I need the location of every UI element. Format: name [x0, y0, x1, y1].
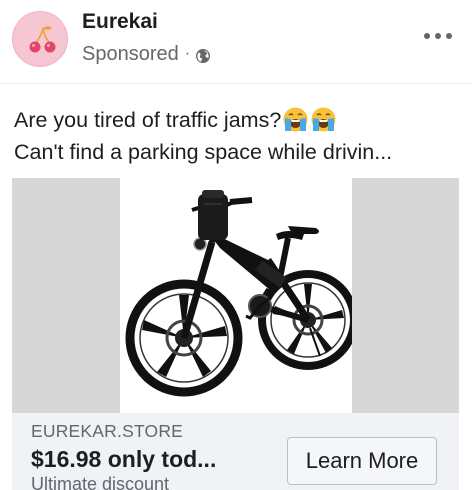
link-headline[interactable]: $16.98 only tod... — [31, 446, 216, 473]
header-divider — [0, 83, 472, 84]
link-domain: EUREKAR.STORE — [31, 421, 184, 441]
learn-more-button[interactable]: Learn More — [287, 437, 437, 485]
caption-line-2: Can't find a parking space while drivin.… — [14, 140, 393, 164]
crying-face-emoji — [282, 106, 309, 133]
bike-seat — [288, 226, 319, 234]
caption-line-1: Are you tired of traffic jams? — [14, 104, 466, 136]
folding-electric-bicycle-image — [125, 190, 358, 397]
more-options-icon[interactable] — [424, 28, 452, 44]
sponsored-post: Eurekai Sponsored · Are you tired of tra… — [0, 0, 472, 490]
link-preview[interactable]: EUREKAR.STORE $16.98 only tod... Ultimat… — [12, 413, 459, 490]
caption-text-1: Are you tired of traffic jams? — [14, 108, 282, 132]
meta-separator: · — [184, 45, 191, 62]
product-image-frame — [120, 178, 358, 413]
ad-image[interactable] — [12, 178, 459, 413]
page-avatar[interactable] — [12, 11, 68, 67]
cherries-icon — [29, 26, 56, 53]
post-header: Eurekai Sponsored · — [0, 0, 472, 82]
post-meta: Sponsored · — [82, 42, 211, 66]
page-name-link[interactable]: Eurekai — [82, 9, 158, 35]
globe-icon — [195, 47, 211, 63]
more-dot — [435, 33, 441, 39]
link-description: Ultimate discount — [31, 474, 170, 490]
crying-face-emoji — [310, 106, 337, 133]
sponsored-label[interactable]: Sponsored — [82, 43, 179, 66]
more-dot — [424, 33, 430, 39]
post-caption: Are you tired of traffic jams? Can't fin… — [14, 104, 466, 168]
handlebar-bag — [198, 190, 228, 240]
more-dot — [446, 33, 452, 39]
